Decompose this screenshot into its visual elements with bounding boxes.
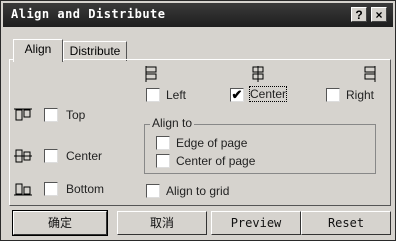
bottom-checkbox[interactable] [44,182,58,196]
align-center-icon [252,66,264,82]
center-of-page-checkbox[interactable] [156,154,170,168]
right-checkbox[interactable] [326,88,340,102]
align-left-icon [145,66,157,82]
edge-of-page-checkbox[interactable] [156,136,170,150]
align-bottom-icon [14,183,32,196]
center-h-label: Center [248,86,288,102]
center-v-checkbox[interactable] [44,149,58,163]
right-label: Right [346,88,375,102]
help-button[interactable]: ? [351,7,367,22]
top-checkbox[interactable] [44,108,58,122]
title-bar[interactable]: Align and Distribute ? × [3,3,393,27]
tab-align[interactable]: Align [13,39,63,62]
edge-of-page-label: Edge of page [176,136,248,150]
preview-button[interactable]: Preview [211,211,301,235]
left-label: Left [166,88,187,102]
top-label: Top [66,108,86,122]
ok-button[interactable]: 确定 [12,210,108,236]
close-button[interactable]: × [371,7,387,22]
center-v-label: Center [66,149,103,163]
bottom-label: Bottom [66,182,105,196]
align-distribute-dialog: Align and Distribute ? × Align Distribut… [0,0,396,241]
tab-distribute[interactable]: Distribute [63,41,127,61]
align-top-icon [14,108,32,121]
align-to-grid-checkbox[interactable] [146,184,160,198]
align-to-grid-label: Align to grid [166,184,230,198]
align-vcenter-icon [14,149,32,163]
align-panel: Left ✔ Center Right Top Center Bottom Al… [9,59,391,206]
center-h-checkbox[interactable]: ✔ [230,88,244,102]
window-title: Align and Distribute [11,7,166,21]
cancel-button[interactable]: 取消 [117,211,207,235]
reset-button[interactable]: Reset [301,211,391,235]
align-right-icon [364,66,376,82]
align-to-title: Align to [150,116,195,130]
center-of-page-label: Center of page [176,154,256,168]
left-checkbox[interactable] [146,88,160,102]
